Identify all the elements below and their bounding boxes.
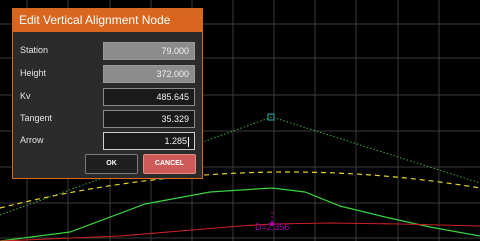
tangent-label: Tangent bbox=[20, 113, 53, 123]
field-row-arrow: Arrow 1.285 bbox=[13, 132, 204, 152]
arrow-label: Arrow bbox=[20, 135, 44, 145]
height-field[interactable]: 372.000 bbox=[103, 65, 195, 83]
kv-label: Kv bbox=[20, 91, 31, 101]
field-row-tangent: Tangent 35.329 bbox=[13, 110, 204, 130]
deviation-annotation: D=2.356 bbox=[255, 222, 289, 232]
height-label: Height bbox=[20, 68, 47, 78]
cancel-button[interactable]: CANCEL bbox=[143, 154, 196, 174]
arrow-field[interactable]: 1.285 bbox=[103, 132, 195, 150]
text-caret bbox=[188, 136, 189, 147]
station-label: Station bbox=[20, 45, 49, 55]
ok-button[interactable]: OK bbox=[85, 154, 138, 174]
kv-field[interactable]: 485.645 bbox=[103, 88, 195, 106]
field-row-kv: Kv 485.645 bbox=[13, 88, 204, 108]
dialog-title: Edit Vertical Alignment Node bbox=[13, 9, 202, 32]
field-row-station: Station 79.000 bbox=[13, 42, 204, 62]
arrow-value: 1.285 bbox=[164, 136, 187, 146]
field-row-height: Height 372.000 bbox=[13, 65, 204, 85]
tangent-field[interactable]: 35.329 bbox=[103, 110, 195, 128]
edit-node-dialog: Edit Vertical Alignment Node Station 79.… bbox=[12, 8, 203, 179]
station-field[interactable]: 79.000 bbox=[103, 42, 195, 60]
